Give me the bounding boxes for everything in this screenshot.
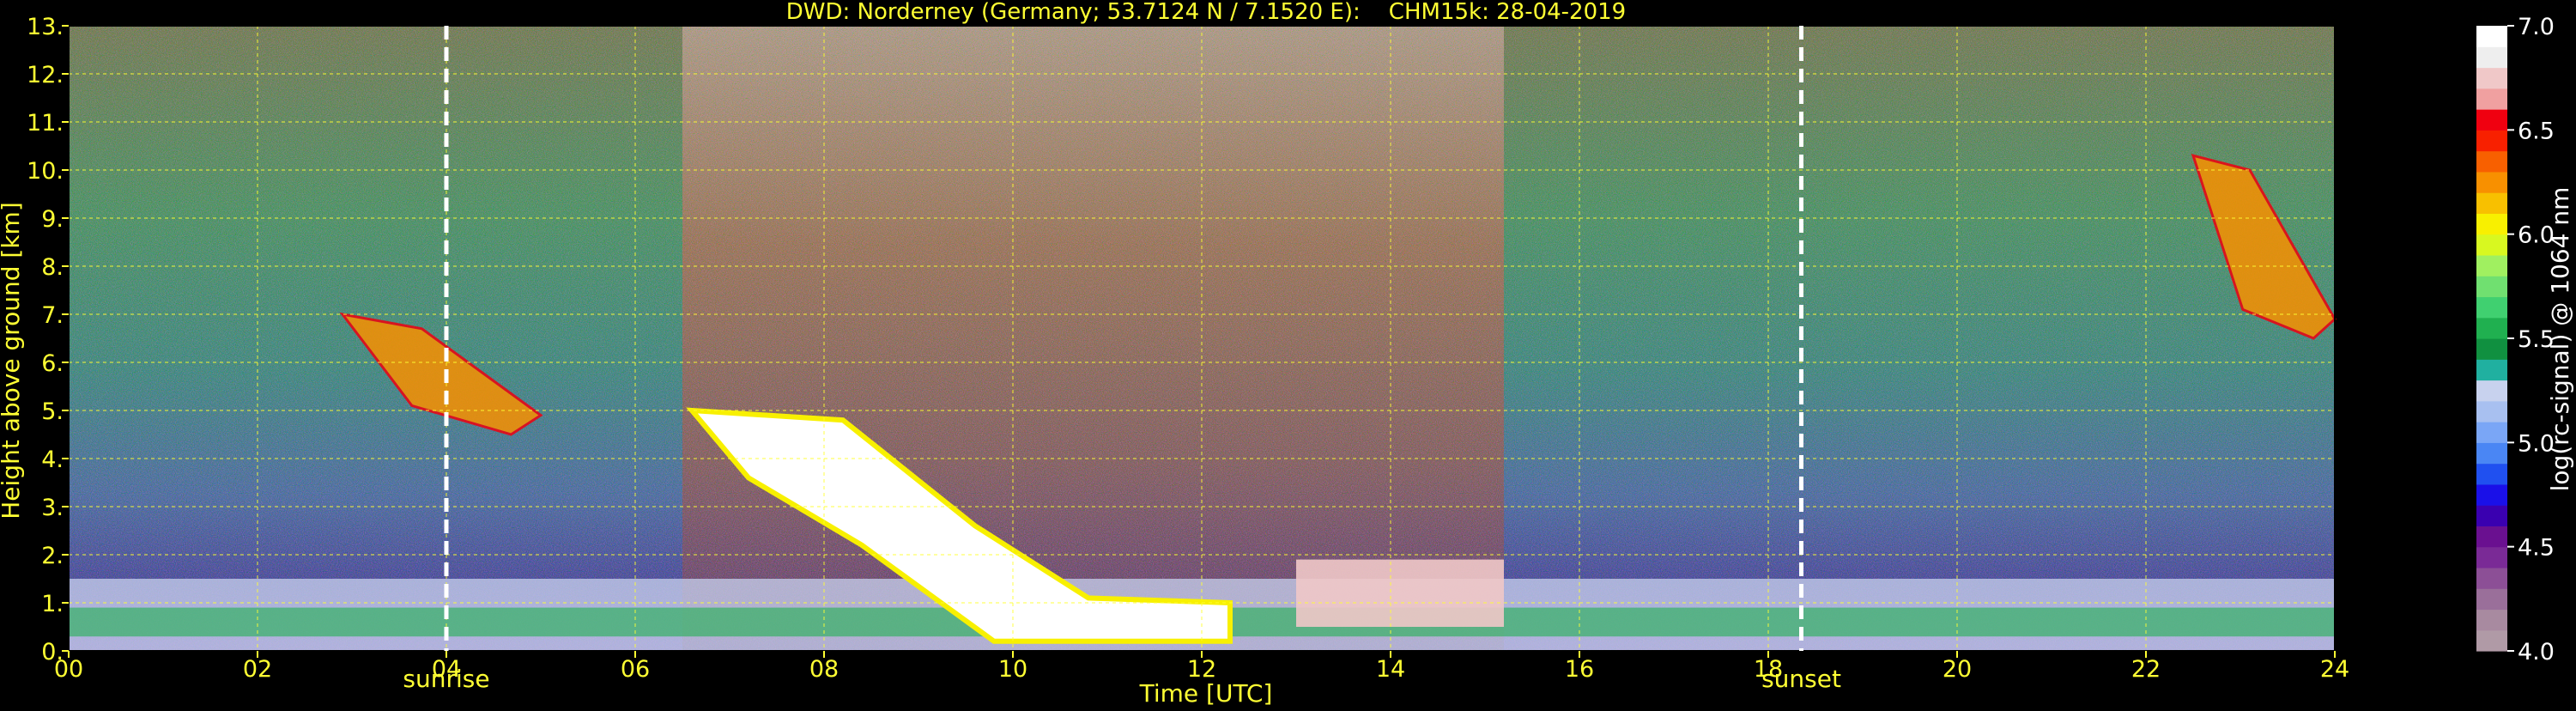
chart-title: DWD: Norderney (Germany; 53.7124 N / 7.1…: [786, 0, 1626, 25]
y-tick-label: 11.: [27, 110, 64, 137]
colorbar-segment: [2476, 88, 2507, 110]
colorbar-segment: [2476, 338, 2507, 360]
y-axis-label: Height above ground [km]: [0, 202, 25, 520]
colorbar-segment: [2476, 400, 2507, 422]
x-tick-label: 18: [1754, 656, 1783, 683]
feature-low_clouds: [1296, 559, 1504, 627]
x-tick-label: 22: [2131, 656, 2161, 683]
colorbar-segment: [2476, 109, 2507, 131]
colorbar-segment: [2476, 192, 2507, 214]
y-tick-label: 12.: [27, 62, 64, 88]
colorbar-segment: [2476, 26, 2507, 47]
y-axis-ticks: 0. 1. 2. 3. 4. 5. 6. 7. 8. 9. 10. 11. 12. 13.: [27, 14, 69, 665]
colorbar-segment: [2476, 442, 2507, 465]
colorbar-segment: [2476, 130, 2507, 152]
y-tick-label: 13.: [27, 14, 64, 40]
colorbar-segment: [2476, 609, 2507, 631]
y-tick-label: 2.: [41, 543, 64, 569]
colorbar-tick-label: 4.5: [2518, 535, 2555, 562]
colorbar-segment: [2476, 629, 2507, 652]
y-tick-label: 6.: [41, 350, 64, 377]
x-tick-label: 02: [243, 656, 272, 683]
colorbar-segment: [2476, 422, 2507, 443]
colorbar-segment: [2476, 254, 2507, 276]
x-axis-label: Time [UTC]: [1139, 679, 1273, 708]
colorbar-segment: [2476, 234, 2507, 256]
colorbar-label: log(rc-signal) @ 1064 nm: [2546, 187, 2574, 492]
colorbar-segment: [2476, 296, 2507, 319]
lidar-backscatter-chart: sunrise sunset 00 02 04 06 08 10 12 14 16 18 20 22 24…: [0, 0, 2576, 708]
colorbar-tick-label: 6.5: [2518, 118, 2555, 144]
colorbar-segment: [2476, 483, 2507, 506]
y-tick-label: 4.: [41, 447, 64, 473]
x-tick-label: 14: [1376, 656, 1405, 683]
y-tick-label: 9.: [41, 206, 64, 233]
colorbar-segment: [2476, 46, 2507, 69]
colorbar-segment: [2476, 317, 2507, 339]
y-tick-label: 0.: [41, 639, 64, 665]
colorbar-segment: [2476, 463, 2507, 485]
colorbar-segment: [2476, 380, 2507, 402]
colorbar-segment: [2476, 546, 2507, 568]
colorbar-segment: [2476, 171, 2507, 193]
x-tick-label: 24: [2320, 656, 2349, 683]
y-tick-label: 10.: [27, 158, 64, 185]
colorbar-tick-label: 7.0: [2518, 14, 2555, 40]
colorbar-segment: [2476, 526, 2507, 548]
x-tick-label: 06: [621, 656, 650, 683]
x-tick-label: 20: [1943, 656, 1972, 683]
colorbar-segment: [2476, 567, 2507, 589]
x-tick-label: 16: [1565, 656, 1594, 683]
y-tick-label: 7.: [41, 302, 64, 329]
y-tick-label: 5.: [41, 398, 64, 425]
colorbar-segment: [2476, 505, 2507, 526]
colorbar: [2476, 26, 2507, 652]
colorbar-tick-label: 4.0: [2518, 639, 2555, 665]
colorbar-segment: [2476, 67, 2507, 89]
x-tick-label: 10: [998, 656, 1027, 683]
y-tick-label: 3.: [41, 495, 64, 521]
colorbar-segment: [2476, 213, 2507, 235]
colorbar-segment: [2476, 588, 2507, 611]
y-tick-label: 1.: [41, 591, 64, 617]
x-tick-label: 08: [809, 656, 839, 683]
x-axis-ticks: 00 02 04 06 08 10 12 14 16 18 20 22 24: [54, 651, 2349, 683]
x-tick-label: 04: [432, 656, 461, 683]
colorbar-segment: [2476, 150, 2507, 173]
chart-svg: sunrise sunset 00 02 04 06 08 10 12 14 16 18 20 22 24…: [0, 0, 2574, 708]
colorbar-segment: [2476, 276, 2507, 298]
colorbar-segment: [2476, 359, 2507, 381]
y-tick-label: 8.: [41, 254, 64, 281]
